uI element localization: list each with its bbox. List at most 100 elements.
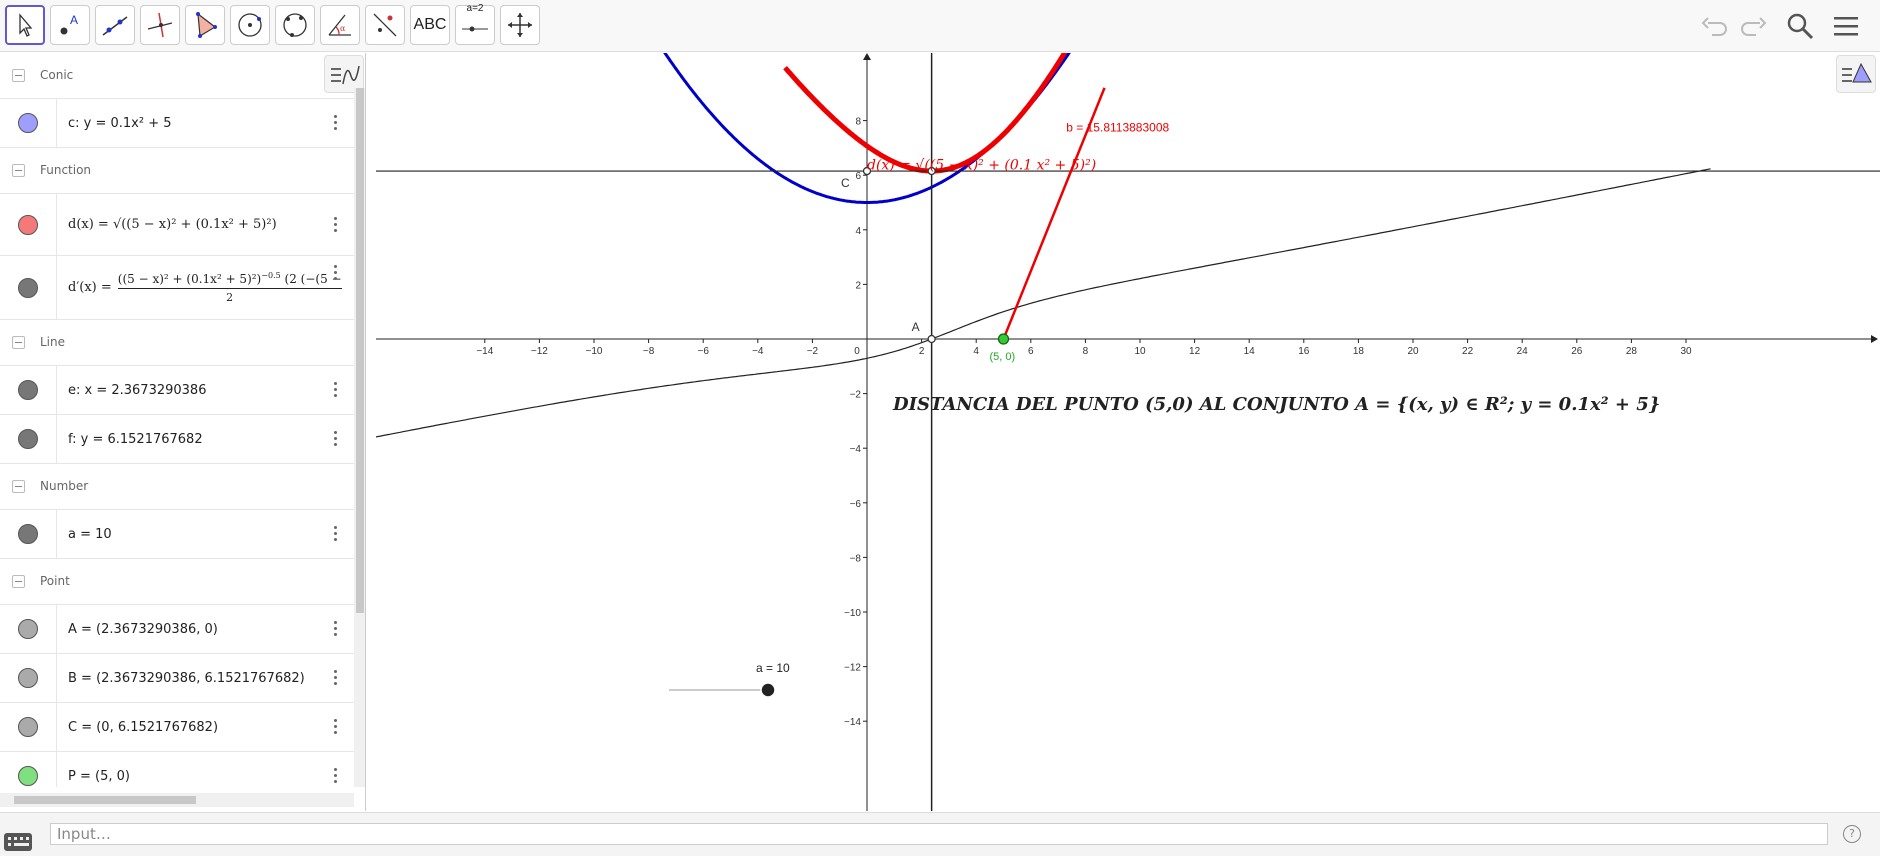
algebra-expression: C = (0, 6.1521767682) <box>68 719 219 735</box>
x-tick-label: 20 <box>1407 346 1419 357</box>
more-options-icon[interactable] <box>332 620 338 638</box>
visibility-marble-icon[interactable] <box>18 619 38 639</box>
collapse-toggle-icon[interactable] <box>12 480 25 493</box>
graphics-style-bar-button[interactable] <box>1836 55 1876 93</box>
point-A-label: A <box>912 320 920 334</box>
circle-three-points-tool-button[interactable] <box>275 5 315 45</box>
group-header-line[interactable]: Line <box>0 320 354 366</box>
more-options-icon[interactable] <box>332 525 338 543</box>
help-icon[interactable]: ? <box>1843 825 1861 843</box>
collapse-toggle-icon[interactable] <box>12 69 25 82</box>
algebra-expression: d(x) = √((5 − x)² + (0.1x² + 5)²) <box>68 217 277 232</box>
x-tick-label: 8 <box>1083 346 1089 357</box>
x-tick-label: 12 <box>1189 346 1201 357</box>
move-tool-button[interactable] <box>5 5 45 45</box>
group-header-conic[interactable]: Conic <box>0 53 354 99</box>
group-header-number[interactable]: Number <box>0 464 354 510</box>
algebra-item-d[interactable]: d(x) = √((5 − x)² + (0.1x² + 5)²) <box>0 194 354 256</box>
collapse-toggle-icon[interactable] <box>12 164 25 177</box>
algebra-item-B[interactable]: B = (2.3673290386, 6.1521767682) <box>0 654 354 703</box>
circle-center-icon <box>238 13 262 37</box>
cursor-arrow-icon <box>19 13 33 37</box>
visibility-marble-icon[interactable] <box>18 113 38 133</box>
undo-button[interactable] <box>1697 8 1733 44</box>
y-tick-label: −6 <box>850 499 862 510</box>
segment-b-label: b = 15.8113883008 <box>1066 121 1169 135</box>
y-tick-label: 6 <box>855 171 861 182</box>
algebra-list: Conic c: y = 0.1x² + 5 Function d(x) = √… <box>0 53 354 787</box>
function-curve-d[interactable] <box>783 53 1085 174</box>
algebra-item-e[interactable]: e: x = 2.3673290386 <box>0 366 354 415</box>
algebra-item-C[interactable]: C = (0, 6.1521767682) <box>0 703 354 752</box>
more-options-icon[interactable] <box>332 264 338 282</box>
redo-icon <box>1741 17 1767 36</box>
x-tick-label: −10 <box>586 346 603 357</box>
visibility-marble-icon[interactable] <box>18 668 38 688</box>
algebra-item-A[interactable]: A = (2.3673290386, 0) <box>0 605 354 654</box>
algebra-expression: e: x = 2.3673290386 <box>68 382 207 398</box>
point-tool-button[interactable]: A <box>50 5 90 45</box>
more-options-icon[interactable] <box>332 718 338 736</box>
more-options-icon[interactable] <box>332 216 338 234</box>
redo-button[interactable] <box>1735 8 1771 44</box>
move-graphics-tool-button[interactable] <box>500 5 540 45</box>
visibility-marble-icon[interactable] <box>18 380 38 400</box>
group-name: Number <box>40 479 89 493</box>
text-tool-label: ABC <box>413 16 447 33</box>
algebra-item-P[interactable]: P = (5, 0) <box>0 752 354 787</box>
x-axis-arrow <box>1871 335 1878 343</box>
group-header-function[interactable]: Function <box>0 148 354 194</box>
line-tool-button[interactable] <box>95 5 135 45</box>
graphics-view[interactable]: −14 −12 −10 −8 −6 −4 −2 0 2 4 6 8 10 12 14 16 18 20 22 24 26… <box>376 53 1880 811</box>
x-tick-label: 6 <box>1028 346 1034 357</box>
collapse-toggle-icon[interactable] <box>12 336 25 349</box>
visibility-marble-icon[interactable] <box>18 717 38 737</box>
visibility-marble-icon[interactable] <box>18 524 38 544</box>
perpendicular-line-icon <box>147 12 173 38</box>
more-options-icon[interactable] <box>332 669 338 687</box>
derivative-denominator: 2 <box>226 291 234 304</box>
group-header-point[interactable]: Point <box>0 559 354 605</box>
visibility-marble-icon[interactable] <box>18 766 38 786</box>
algebra-expression: a = 10 <box>68 526 112 542</box>
search-button[interactable] <box>1782 8 1818 44</box>
circle-three-points-icon <box>283 13 307 37</box>
keyboard-icon[interactable] <box>4 833 32 851</box>
input-field[interactable] <box>50 823 1828 845</box>
algebra-item-d-prime[interactable]: d′(x) = ((5 − x)² + (0.1x² + 5)²)−0.5 (2… <box>0 256 354 320</box>
perpendicular-tool-button[interactable] <box>140 5 180 45</box>
distance-title-text: DISTANCIA DEL PUNTO (5,0) AL CONJUNTO A … <box>893 394 1661 415</box>
more-options-icon[interactable] <box>332 114 338 132</box>
collapse-toggle-icon[interactable] <box>12 575 25 588</box>
text-tool-button[interactable]: ABC <box>410 5 450 45</box>
slider-handle[interactable] <box>760 682 776 698</box>
x-tick-label: 2 <box>919 346 925 357</box>
group-name: Point <box>40 574 70 588</box>
circle-tool-button[interactable] <box>230 5 270 45</box>
algebra-expression: A = (2.3673290386, 0) <box>68 621 218 637</box>
slider-tool-button[interactable]: a=2 <box>455 2 495 45</box>
angle-tool-button[interactable]: α <box>320 5 360 45</box>
more-options-icon[interactable] <box>332 430 338 448</box>
visibility-marble-icon[interactable] <box>18 214 38 235</box>
more-options-icon[interactable] <box>332 767 338 785</box>
point-A[interactable] <box>927 334 936 344</box>
graphics-canvas[interactable]: −14 −12 −10 −8 −6 −4 −2 0 2 4 6 8 10 12 14 16 18 20 22 24 26… <box>376 53 1880 811</box>
reflect-tool-button[interactable] <box>365 5 405 45</box>
slider-tool-label: a=2 <box>466 2 484 14</box>
polygon-tool-button[interactable] <box>185 5 225 45</box>
main-menu-button[interactable] <box>1828 8 1864 44</box>
visibility-marble-icon[interactable] <box>18 429 38 449</box>
slider-label: a = 10 <box>756 661 790 675</box>
algebra-item-f[interactable]: f: y = 6.1521767682 <box>0 415 354 464</box>
algebra-item-c[interactable]: c: y = 0.1x² + 5 <box>0 99 354 148</box>
algebra-item-a[interactable]: a = 10 <box>0 510 354 559</box>
input-bar: ? <box>0 812 1880 856</box>
more-options-icon[interactable] <box>332 381 338 399</box>
slider-a[interactable]: a = 10 <box>669 661 790 698</box>
algebra-vertical-scrollbar[interactable] <box>354 88 365 787</box>
point-P[interactable] <box>997 333 1010 345</box>
search-icon <box>1787 13 1814 40</box>
visibility-marble-icon[interactable] <box>18 277 38 298</box>
algebra-horizontal-scrollbar[interactable] <box>0 793 354 807</box>
